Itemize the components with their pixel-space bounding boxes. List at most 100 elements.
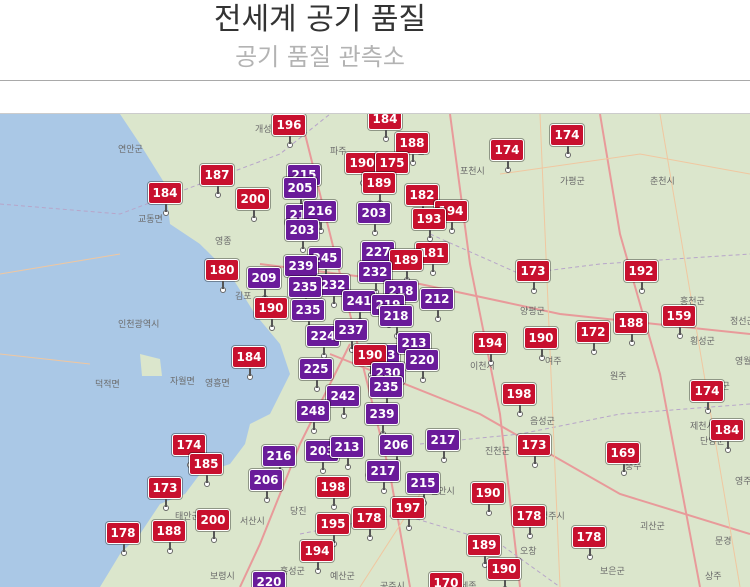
aqi-station-marker[interactable]: 196 — [272, 114, 306, 148]
aqi-station-marker[interactable]: 172 — [576, 321, 610, 355]
place-label: 예산군 — [330, 572, 355, 582]
aqi-station-marker[interactable]: 178 — [512, 505, 546, 539]
place-label: 영종 — [215, 237, 232, 247]
aqi-station-marker[interactable]: 192 — [624, 260, 658, 294]
place-label: 교동면 — [138, 215, 163, 225]
aqi-station-marker[interactable]: 198 — [316, 476, 350, 510]
place-label: 가평군 — [560, 177, 585, 187]
aqi-station-marker[interactable]: 235 — [288, 276, 322, 310]
aqi-station-marker[interactable]: 212 — [420, 288, 454, 322]
aqi-station-marker[interactable]: 194 — [300, 540, 334, 574]
place-label: 포천시 — [460, 167, 485, 177]
place-label: 보령시 — [210, 572, 235, 582]
aqi-station-marker[interactable]: 184 — [710, 419, 744, 453]
aqi-station-marker[interactable]: 184 — [368, 114, 402, 142]
aqi-station-marker[interactable]: 189 — [362, 172, 396, 206]
place-label: 인천광역시 — [118, 320, 160, 330]
aqi-station-marker[interactable]: 215 — [406, 472, 440, 506]
aqi-station-marker[interactable]: 220 — [252, 571, 286, 587]
aqi-station-marker[interactable]: 189 — [389, 249, 423, 283]
place-label: 영월 — [735, 357, 750, 367]
aqi-station-marker[interactable]: 216 — [262, 445, 296, 479]
page-title: 전세계 공기 품질 — [213, 2, 427, 37]
aqi-station-marker[interactable]: 235 — [369, 376, 403, 410]
aqi-station-marker[interactable]: 189 — [467, 534, 501, 568]
place-label: 서산시 — [240, 517, 265, 527]
aqi-station-marker[interactable]: 190 — [254, 297, 288, 331]
aqi-station-marker[interactable]: 159 — [662, 305, 696, 339]
aqi-station-marker[interactable]: 237 — [334, 319, 368, 353]
aqi-station-marker[interactable]: 190 — [524, 327, 558, 361]
aqi-station-marker[interactable]: 225 — [299, 358, 333, 392]
aqi-station-marker[interactable]: 206 — [249, 469, 283, 503]
aqi-station-marker[interactable]: 188 — [152, 520, 186, 554]
air-quality-map[interactable]: 개성시연안군교동면강화군영종인천광역시덕적면자월면영흥면파주김포동두천포천시가평… — [0, 113, 750, 587]
aqi-station-marker[interactable]: 193 — [412, 208, 446, 242]
aqi-station-marker[interactable]: 178 — [572, 526, 606, 560]
place-label: 상주 — [705, 572, 722, 582]
aqi-station-marker[interactable]: 187 — [200, 164, 234, 198]
place-label: 문경 — [715, 537, 732, 547]
aqi-station-marker[interactable]: 220 — [405, 349, 439, 383]
aqi-station-marker[interactable]: 203 — [285, 219, 319, 253]
aqi-station-marker[interactable]: 218 — [379, 305, 413, 339]
place-label: 횡성군 — [690, 337, 715, 347]
page-subtitle: 공기 품질 관측소 — [235, 43, 405, 71]
place-label: 보은군 — [600, 567, 625, 577]
aqi-station-marker[interactable]: 175 — [375, 152, 409, 186]
aqi-station-marker[interactable]: 190 — [471, 482, 505, 516]
place-label: 정선군 — [730, 317, 750, 327]
aqi-station-marker[interactable]: 174 — [550, 124, 584, 158]
aqi-station-marker[interactable]: 178 — [352, 507, 386, 541]
aqi-station-marker[interactable]: 180 — [205, 259, 239, 293]
aqi-station-marker[interactable]: 178 — [106, 522, 140, 556]
aqi-station-marker[interactable]: 235 — [291, 299, 325, 333]
place-label: 영흥면 — [205, 379, 230, 389]
aqi-station-marker[interactable]: 190 — [345, 152, 379, 186]
aqi-station-marker[interactable]: 206 — [379, 434, 413, 468]
aqi-station-marker[interactable]: 239 — [284, 255, 318, 289]
aqi-station-marker[interactable]: 174 — [690, 380, 724, 414]
place-label: 영주 — [735, 477, 750, 487]
aqi-station-marker[interactable]: 239 — [365, 403, 399, 437]
aqi-station-marker[interactable]: 194 — [473, 332, 507, 366]
aqi-station-marker[interactable]: 188 — [614, 312, 648, 346]
aqi-station-marker[interactable]: 248 — [296, 400, 330, 434]
aqi-station-marker[interactable]: 197 — [391, 497, 425, 531]
aqi-station-marker[interactable]: 173 — [516, 260, 550, 294]
aqi-station-marker[interactable]: 200 — [236, 188, 270, 222]
aqi-station-marker[interactable]: 184 — [148, 182, 182, 216]
place-label: 춘천시 — [650, 177, 675, 187]
aqi-station-marker[interactable]: 242 — [326, 385, 360, 419]
aqi-station-marker[interactable]: 209 — [247, 267, 281, 301]
aqi-station-marker[interactable]: 184 — [232, 346, 266, 380]
aqi-station-marker[interactable]: 190 — [487, 558, 521, 587]
aqi-station-marker[interactable]: 195 — [316, 513, 350, 547]
place-label: 덕적면 — [95, 380, 120, 390]
aqi-station-marker[interactable]: 169 — [606, 442, 640, 476]
place-label: 자월면 — [170, 377, 195, 387]
place-label: 원주 — [610, 372, 627, 382]
aqi-station-marker[interactable]: 173 — [517, 434, 551, 468]
place-label: 괴산군 — [640, 522, 665, 532]
aqi-station-marker[interactable]: 188 — [395, 132, 429, 166]
place-label: 음성군 — [530, 417, 555, 427]
aqi-station-marker[interactable]: 173 — [148, 477, 182, 511]
place-label: 연안군 — [118, 145, 143, 155]
aqi-station-marker[interactable]: 174 — [490, 139, 524, 173]
aqi-station-marker[interactable]: 203 — [357, 202, 391, 236]
aqi-station-marker[interactable]: 200 — [196, 509, 230, 543]
aqi-station-marker[interactable]: 170 — [429, 572, 463, 587]
aqi-station-marker[interactable]: 213 — [330, 436, 364, 470]
spacer-strip — [0, 81, 750, 113]
aqi-station-marker[interactable]: 205 — [283, 177, 317, 211]
aqi-station-marker[interactable]: 198 — [502, 383, 536, 417]
page-header: 전세계 공기 품질 공기 품질 관측소 — [0, 0, 750, 81]
place-label: 여주 — [545, 357, 562, 367]
place-label: 김포 — [235, 292, 252, 302]
place-label: 당진 — [290, 507, 307, 517]
place-label: 양평군 — [520, 307, 545, 317]
aqi-station-marker[interactable]: 185 — [189, 453, 223, 487]
aqi-station-marker[interactable]: 217 — [426, 429, 460, 463]
aqi-station-marker[interactable]: 217 — [366, 460, 400, 494]
